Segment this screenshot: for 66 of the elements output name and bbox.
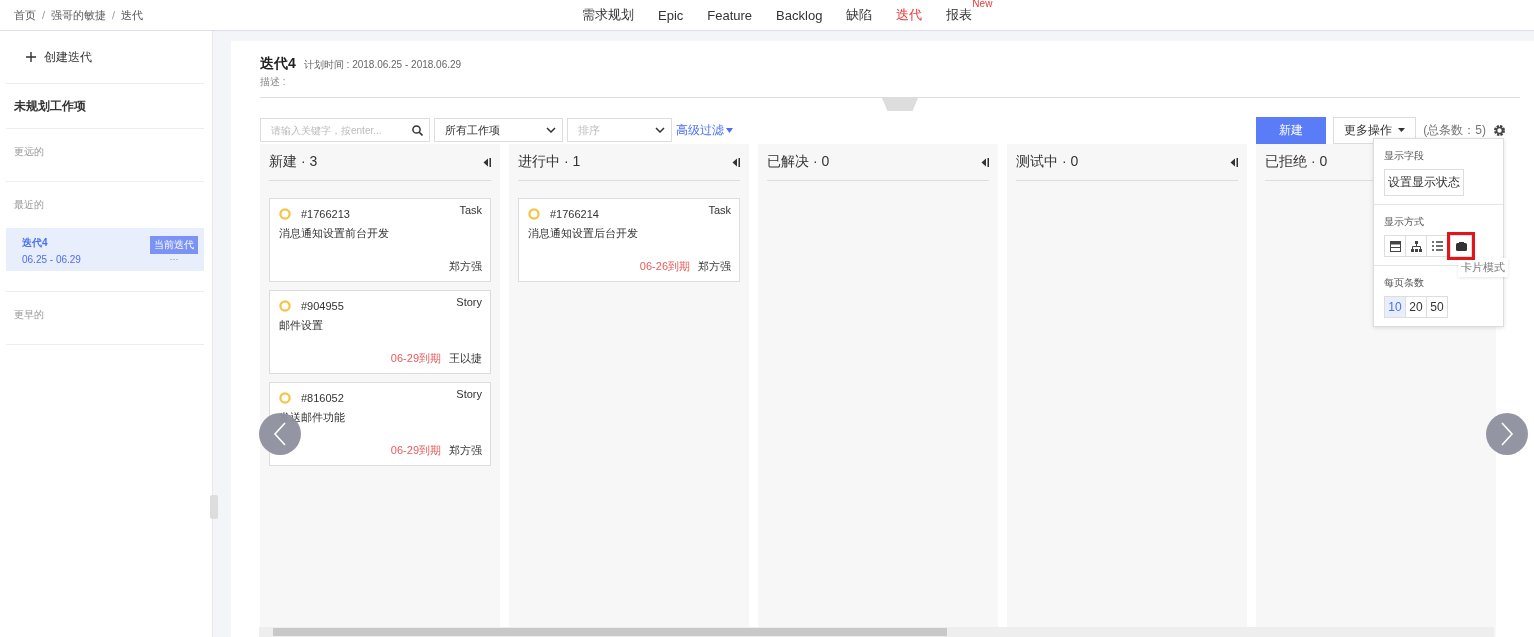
column-title: 已解决 · 0 bbox=[767, 153, 830, 171]
work-item-card[interactable]: #816052 Story 发送邮件功能 06-29到期 郑方强 bbox=[269, 382, 491, 466]
type-select[interactable]: 所有工作项 bbox=[434, 118, 563, 142]
work-item-card[interactable]: #904955 Story 邮件设置 06-29到期 王以捷 bbox=[269, 290, 491, 374]
section-label: 显示方式 bbox=[1384, 215, 1425, 229]
advanced-filter-link[interactable]: 高级过滤 bbox=[676, 121, 733, 139]
iteration-title: 迭代4 bbox=[260, 55, 296, 71]
search-field[interactable]: 请输入关键字，按enter... bbox=[260, 118, 430, 142]
iteration-dates: 06.25 - 06.29 bbox=[22, 254, 81, 265]
group-label: 最近的 bbox=[14, 198, 44, 212]
assignee-name: 王以捷 bbox=[449, 351, 482, 366]
nav-tab[interactable]: 迭代 bbox=[896, 6, 923, 24]
nav-tab[interactable]: Feature bbox=[707, 7, 753, 23]
work-item-card[interactable]: #1766213 Task 消息通知设置前台开发 郑方强 bbox=[269, 198, 491, 282]
nav-tab[interactable]: 需求规划 bbox=[582, 6, 634, 24]
item-title: 发送邮件功能 bbox=[279, 410, 346, 425]
item-type: Task bbox=[708, 204, 731, 216]
iteration-name: 迭代4 bbox=[22, 236, 49, 250]
page-size-option[interactable]: 50 bbox=[1426, 296, 1448, 318]
section-label: 显示字段 bbox=[1384, 149, 1425, 163]
work-item-card[interactable]: #1766214 Task 消息通知设置后台开发 06-26到期 郑方强 bbox=[518, 198, 740, 282]
total-count: (总条数：5) bbox=[1423, 121, 1486, 139]
set-display-fields-button[interactable]: 设置显示状态 bbox=[1384, 169, 1464, 196]
page-size-option[interactable]: 20 bbox=[1405, 296, 1427, 318]
due-date: 06-26到期 bbox=[639, 259, 690, 274]
current-tag: 当前迭代 bbox=[150, 236, 198, 254]
group-label: 更早的 bbox=[14, 308, 44, 322]
unplanned-items-link[interactable]: 未规划工作项 bbox=[6, 84, 204, 129]
nav-tab[interactable]: 缺陷 bbox=[846, 6, 873, 24]
create-iteration-button[interactable]: 创建迭代 bbox=[6, 31, 204, 84]
nav-tab[interactable]: Epic bbox=[658, 7, 684, 23]
nav-tab[interactable]: Backlog bbox=[776, 7, 823, 23]
page-size-option[interactable]: 10 bbox=[1384, 296, 1406, 318]
group-label: 更远的 bbox=[14, 145, 44, 159]
due-date: 06-29到期 bbox=[390, 443, 441, 458]
item-id: #816052 bbox=[301, 392, 344, 404]
item-type: Task bbox=[459, 204, 482, 216]
tooltip: 卡片模式 bbox=[1458, 258, 1508, 277]
item-type: Story bbox=[456, 388, 482, 400]
breadcrumb-link[interactable]: 迭代 bbox=[121, 7, 144, 23]
item-type: Story bbox=[456, 296, 482, 308]
breadcrumb-separator: / bbox=[112, 9, 116, 21]
plan-time: 计划时间 : 2018.06.25 - 2018.06.29 bbox=[303, 59, 462, 70]
description-label: 描述 : bbox=[260, 75, 287, 89]
column-title: 进行中 · 1 bbox=[518, 153, 581, 171]
breadcrumb-link[interactable]: 首页 bbox=[14, 7, 36, 23]
breadcrumb-link[interactable]: 强哥的敏捷 bbox=[51, 7, 107, 23]
item-title: 消息通知设置后台开发 bbox=[528, 226, 639, 241]
item-id: #1766214 bbox=[550, 208, 599, 220]
item-title: 邮件设置 bbox=[279, 318, 324, 333]
item-id: #1766213 bbox=[301, 208, 350, 220]
nav-tab[interactable]: 报表 bbox=[946, 6, 973, 24]
item-id: #904955 bbox=[301, 300, 344, 312]
assignee-name: 郑方强 bbox=[698, 259, 731, 274]
due-date: 06-29到期 bbox=[390, 351, 441, 366]
new-label: New bbox=[972, 0, 993, 9]
assignee-name: 郑方强 bbox=[449, 259, 482, 274]
new-button[interactable]: 新建 bbox=[1256, 116, 1327, 144]
assignee-name: 郑方强 bbox=[449, 443, 482, 458]
column-title: 测试中 · 0 bbox=[1016, 153, 1079, 171]
section-label: 每页条数 bbox=[1384, 276, 1425, 290]
breadcrumb-separator: / bbox=[42, 9, 46, 21]
column-title: 已拒绝 · 0 bbox=[1265, 153, 1328, 171]
item-title: 消息通知设置前台开发 bbox=[279, 226, 390, 241]
column-title: 新建 · 3 bbox=[269, 153, 318, 171]
iteration-item[interactable]: 迭代4 06.25 - 06.29 当前迭代 ··· bbox=[6, 228, 204, 271]
